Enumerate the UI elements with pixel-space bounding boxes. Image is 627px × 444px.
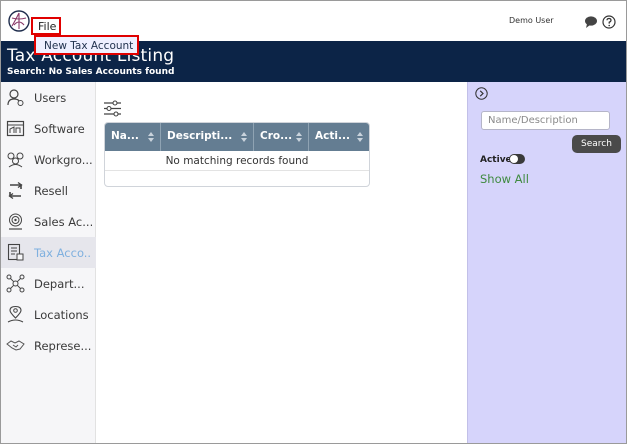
- sidebar-item-tax-accounts[interactable]: Tax Acco...: [1, 237, 96, 268]
- sidebar-item-label: Sales Ac...: [34, 215, 92, 229]
- show-all-link[interactable]: Show All: [480, 172, 529, 186]
- tax-account-icon: [7, 243, 24, 261]
- sidebar-item-label: Depart...: [34, 277, 85, 291]
- column-header-label: Descripti...: [167, 130, 233, 142]
- search-panel: Search Active Show All: [467, 82, 626, 443]
- collapse-panel-icon[interactable]: [475, 87, 488, 100]
- help-icon[interactable]: [602, 15, 616, 29]
- tax-accounts-table: Na... Descripti... Cro... Acti... No mat…: [104, 122, 370, 187]
- sidebar-item-software[interactable]: Software: [1, 113, 96, 144]
- table-header: Na... Descripti... Cro... Acti...: [105, 123, 369, 151]
- sidebar-item-label: Resell: [34, 184, 69, 198]
- sidebar-item-label: Software: [34, 122, 85, 136]
- sort-icon: [357, 132, 363, 142]
- column-header-label: Na...: [111, 130, 139, 142]
- search-input[interactable]: [481, 111, 610, 130]
- column-settings-icon[interactable]: [103, 99, 122, 118]
- sidebar-item-locations[interactable]: Locations: [1, 299, 96, 330]
- active-filter-label: Active: [480, 155, 512, 165]
- user-name[interactable]: Demo User: [509, 16, 554, 25]
- sidebar-item-label: Locations: [34, 308, 89, 322]
- sort-icon: [241, 132, 247, 142]
- sort-icon: [148, 132, 154, 142]
- column-header-name[interactable]: Na...: [105, 123, 161, 151]
- main-content: Na... Descripti... Cro... Acti... No mat…: [97, 82, 467, 443]
- chat-icon[interactable]: [584, 15, 598, 29]
- department-icon: [6, 274, 25, 293]
- sales-account-icon: [9, 213, 22, 230]
- column-header-label: Cro...: [260, 130, 293, 142]
- representative-icon: [6, 340, 25, 351]
- sidebar-item-representatives[interactable]: Represe...: [1, 330, 96, 361]
- toggle-knob: [510, 155, 518, 163]
- sidebar-item-label: Users: [34, 91, 67, 105]
- search-summary: Search: No Sales Accounts found: [7, 67, 175, 77]
- column-header-cross-ref[interactable]: Cro...: [254, 123, 309, 151]
- sidebar: Users Software Workgro... Resell Sales A…: [1, 82, 96, 443]
- resell-icon: [8, 181, 23, 200]
- sort-icon: [296, 132, 302, 142]
- search-button[interactable]: Search: [572, 135, 621, 153]
- app-logo-icon[interactable]: [8, 10, 30, 32]
- sidebar-item-label: Tax Acco...: [34, 246, 92, 260]
- column-header-actions[interactable]: Acti...: [309, 123, 369, 151]
- new-tax-account-menu-item[interactable]: New Tax Account: [36, 37, 137, 52]
- empty-table-message: No matching records found: [105, 151, 369, 171]
- workgroup-icon: [7, 152, 24, 168]
- file-menu[interactable]: File: [31, 17, 61, 35]
- file-dropdown-menu: New Tax Account: [34, 35, 139, 55]
- sidebar-item-users[interactable]: Users: [1, 82, 96, 113]
- location-icon: [7, 305, 24, 323]
- software-icon: [6, 120, 25, 137]
- app-window: File Demo User New Tax Account Tax Accou…: [0, 0, 627, 444]
- sidebar-item-resell[interactable]: Resell: [1, 175, 96, 206]
- column-header-description[interactable]: Descripti...: [161, 123, 254, 151]
- user-icon: [7, 89, 24, 106]
- sidebar-item-departments[interactable]: Depart...: [1, 268, 96, 299]
- sidebar-item-label: Represe...: [34, 339, 92, 353]
- sidebar-item-workgroups[interactable]: Workgro...: [1, 144, 96, 175]
- sidebar-item-label: Workgro...: [34, 153, 92, 167]
- sidebar-item-sales-accounts[interactable]: Sales Ac...: [1, 206, 96, 237]
- column-header-label: Acti...: [315, 130, 350, 142]
- active-toggle[interactable]: [509, 154, 525, 164]
